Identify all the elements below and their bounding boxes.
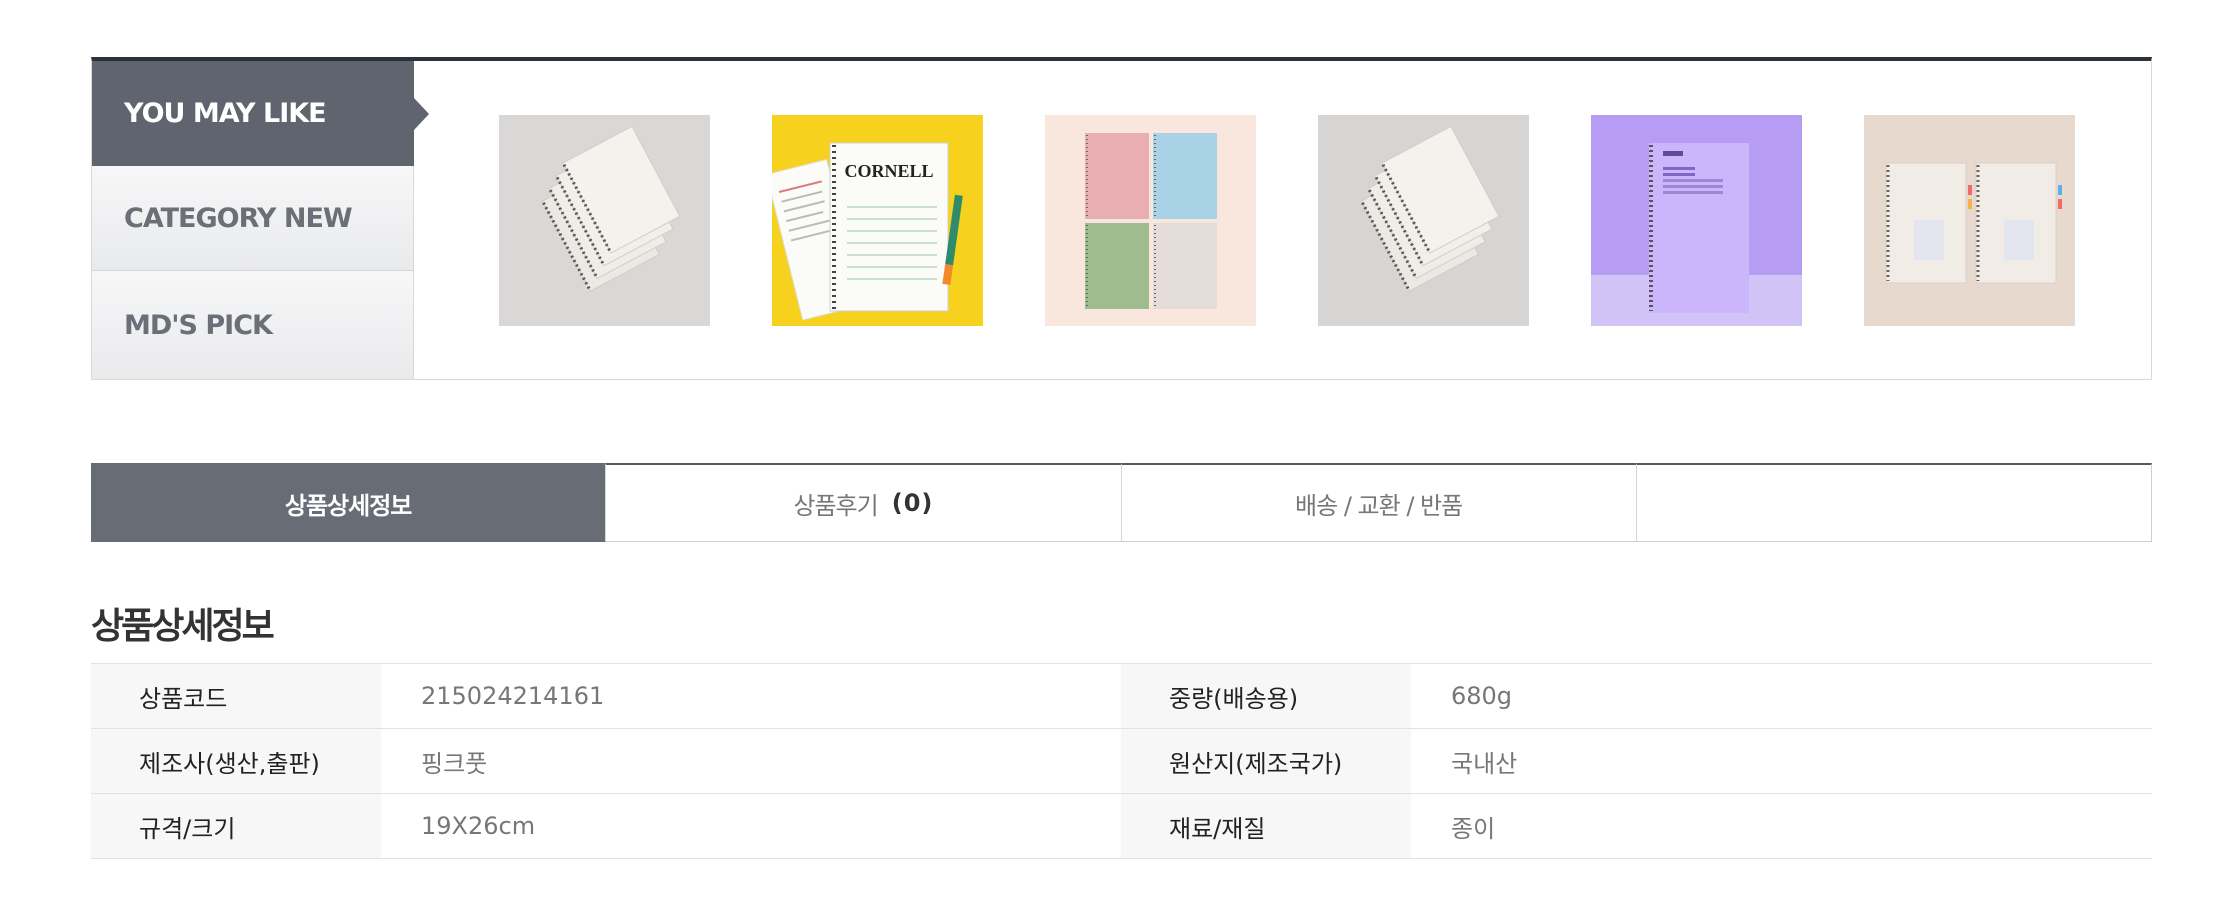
table-row: 제조사(생산,출판) 핑크풋 원산지(제조국가) 국내산 — [91, 729, 2152, 794]
product-thumbnail[interactable] — [1045, 115, 1256, 326]
product-thumbnail[interactable] — [1318, 115, 1529, 326]
tab-you-may-like[interactable]: YOU MAY LIKE — [92, 61, 429, 166]
notebook-stack-image — [499, 115, 710, 326]
table-row: 상품코드 215024214161 중량(배송용) 680g — [91, 664, 2152, 729]
info-value: 국내산 — [1451, 749, 1518, 778]
recommend-tabs: YOU MAY LIKE CATEGORY NEW MD'S PICK — [92, 61, 429, 379]
purple-notebook-image — [1591, 115, 1802, 326]
info-value: 215024214161 — [421, 682, 605, 710]
product-thumbnail[interactable]: CORNELL — [772, 115, 983, 326]
tab-reviews-label: 상품후기 — [793, 491, 878, 520]
product-thumbnail[interactable] — [1864, 115, 2075, 326]
info-key: 상품코드 — [91, 664, 381, 728]
beige-notebooks-image — [1864, 115, 2075, 326]
info-key: 원산지(제조국가) — [1121, 729, 1411, 793]
pastel-notebooks-image — [1045, 115, 1256, 326]
detail-tabs: 상품상세정보 상품후기 (0) 배송 / 교환 / 반품 — [91, 463, 2152, 542]
product-info-table: 상품코드 215024214161 중량(배송용) 680g 제조사(생산,출판… — [91, 663, 2152, 859]
tab-empty[interactable] — [1636, 463, 2152, 542]
tab-reviews[interactable]: 상품후기 (0) — [606, 463, 1122, 542]
tab-mds-pick[interactable]: MD'S PICK — [92, 271, 414, 379]
product-thumbnail[interactable] — [1591, 115, 1802, 326]
table-row: 규격/크기 19X26cm 재료/재질 종이 — [91, 794, 2152, 859]
tab-shipping-return[interactable]: 배송 / 교환 / 반품 — [1121, 463, 1637, 542]
section-title: 상품상세정보 — [91, 606, 275, 647]
info-value: 종이 — [1451, 814, 1496, 843]
info-value: 680g — [1451, 682, 1513, 710]
info-value: 핑크풋 — [421, 749, 488, 778]
info-value: 19X26cm — [421, 812, 536, 840]
recommend-box: YOU MAY LIKE CATEGORY NEW MD'S PICK CORN… — [91, 57, 2152, 380]
cornell-notebook-image: CORNELL — [772, 115, 983, 326]
info-key: 재료/재질 — [1121, 794, 1411, 858]
info-key: 제조사(생산,출판) — [91, 729, 381, 793]
tab-category-new[interactable]: CATEGORY NEW — [92, 166, 414, 271]
tab-product-detail[interactable]: 상품상세정보 — [91, 463, 607, 542]
notebook-stack-image — [1318, 115, 1529, 326]
review-count: (0) — [891, 489, 934, 517]
product-thumbnail[interactable] — [499, 115, 710, 326]
info-key: 규격/크기 — [91, 794, 381, 858]
tab-product-detail-label: 상품상세정보 — [284, 491, 412, 520]
info-key: 중량(배송용) — [1121, 664, 1411, 728]
tab-shipping-label: 배송 / 교환 / 반품 — [1295, 491, 1463, 520]
cornell-label: CORNELL — [844, 161, 933, 181]
